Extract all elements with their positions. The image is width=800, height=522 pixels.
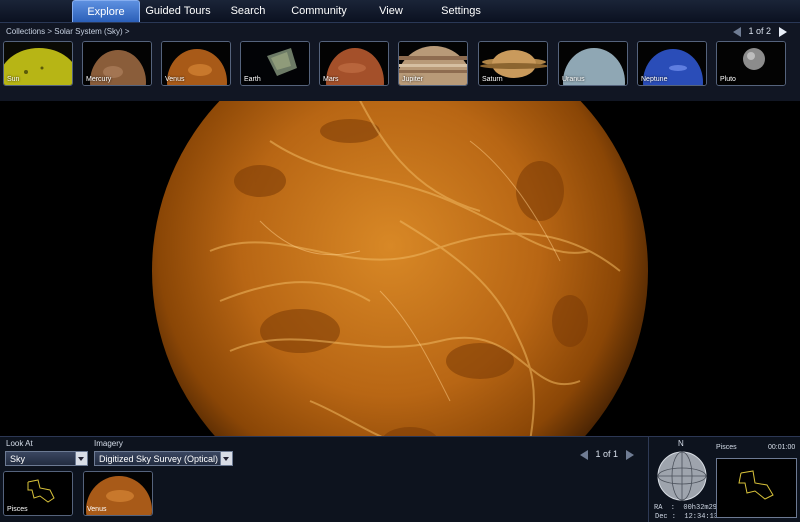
- thumbnail-label: Pisces: [7, 506, 28, 513]
- thumbnail-label: Sun: [7, 76, 20, 83]
- tab-guided-tours[interactable]: Guided Tours: [143, 0, 213, 22]
- thumbnail-mars[interactable]: Mars: [319, 41, 389, 86]
- sky-view[interactable]: [0, 101, 800, 436]
- bottom-panel: Look At Sky Imagery Digitized Sky Survey…: [0, 436, 800, 522]
- dropdown-chevron-icon[interactable]: [220, 452, 232, 465]
- imagery-value: Digitized Sky Survey (Optical): [99, 454, 219, 464]
- look-at-dropdown[interactable]: Sky: [5, 451, 88, 466]
- thumbnail-label: Earth: [244, 76, 261, 83]
- tab-search[interactable]: Search: [225, 0, 271, 22]
- thumbnail-mercury[interactable]: Mercury: [82, 41, 152, 86]
- imagery-dropdown[interactable]: Digitized Sky Survey (Optical): [94, 451, 233, 466]
- dropdown-chevron-icon[interactable]: [75, 452, 87, 465]
- thumbnail-earth[interactable]: Earth: [240, 41, 310, 86]
- constellation-name: Pisces: [716, 444, 737, 451]
- thumbnail-label: Saturn: [482, 76, 503, 83]
- arrow-left-icon[interactable]: [733, 26, 741, 37]
- thumbnail-label: Mercury: [86, 76, 112, 83]
- imagery-label: Imagery: [94, 439, 123, 448]
- dec-readout: Dec : 12:34:13: [655, 513, 719, 521]
- thumbnail-label: Neptune: [641, 76, 668, 83]
- arrow-right-icon[interactable]: [778, 26, 787, 37]
- compass-north-label: N: [678, 439, 684, 448]
- thumbnail-saturn[interactable]: Saturn: [478, 41, 548, 86]
- collections-pager: 1 of 2: [733, 26, 787, 37]
- venus-planet-image: [150, 101, 650, 436]
- top-menu-bar: Explore Guided Tours Search Community Vi…: [0, 0, 800, 23]
- clock-time: 00:01:00: [768, 444, 796, 451]
- look-at-value: Sky: [10, 454, 26, 464]
- thumbnail-pluto[interactable]: Pluto: [716, 41, 786, 86]
- compass-globe-icon[interactable]: [656, 450, 708, 502]
- ra-readout: RA : 00h32m29s: [654, 504, 722, 512]
- thumbnail-venus-context[interactable]: Venus: [83, 471, 153, 516]
- thumbnail-label: Mars: [323, 76, 339, 83]
- panel-divider: [648, 437, 649, 522]
- thumbnail-label: Jupiter: [402, 76, 424, 83]
- page-indicator: 1 of 2: [748, 26, 772, 36]
- context-pager: 1 of 1: [580, 449, 634, 460]
- thumbnail-label: Venus: [165, 76, 185, 83]
- thumbnail-label: Pluto: [720, 76, 736, 83]
- thumbnail-venus[interactable]: Venus: [161, 41, 231, 86]
- tab-explore[interactable]: Explore: [72, 0, 140, 22]
- thumbnail-sun[interactable]: Sun: [3, 41, 73, 86]
- arrow-right-icon[interactable]: [625, 449, 634, 460]
- thumbnail-label: Uranus: [562, 76, 585, 83]
- tab-view[interactable]: View: [376, 0, 406, 22]
- thumbnail-pisces[interactable]: Pisces: [3, 471, 73, 516]
- constellation-outline: [738, 470, 774, 500]
- page-indicator: 1 of 1: [595, 449, 619, 459]
- thumbnail-neptune[interactable]: Neptune: [637, 41, 707, 86]
- tab-community[interactable]: Community: [290, 0, 348, 22]
- collections-panel: Collections > Solar System (Sky) > 1 of …: [0, 23, 800, 102]
- breadcrumb[interactable]: Collections > Solar System (Sky) >: [6, 27, 130, 36]
- tab-settings[interactable]: Settings: [438, 0, 484, 22]
- look-at-label: Look At: [6, 439, 33, 448]
- thumbnail-jupiter[interactable]: Jupiter: [398, 41, 468, 86]
- constellation-mini-view[interactable]: [716, 458, 797, 518]
- thumbnail-uranus[interactable]: Uranus: [558, 41, 628, 86]
- arrow-left-icon[interactable]: [580, 449, 588, 460]
- thumbnail-label: Venus: [87, 506, 107, 513]
